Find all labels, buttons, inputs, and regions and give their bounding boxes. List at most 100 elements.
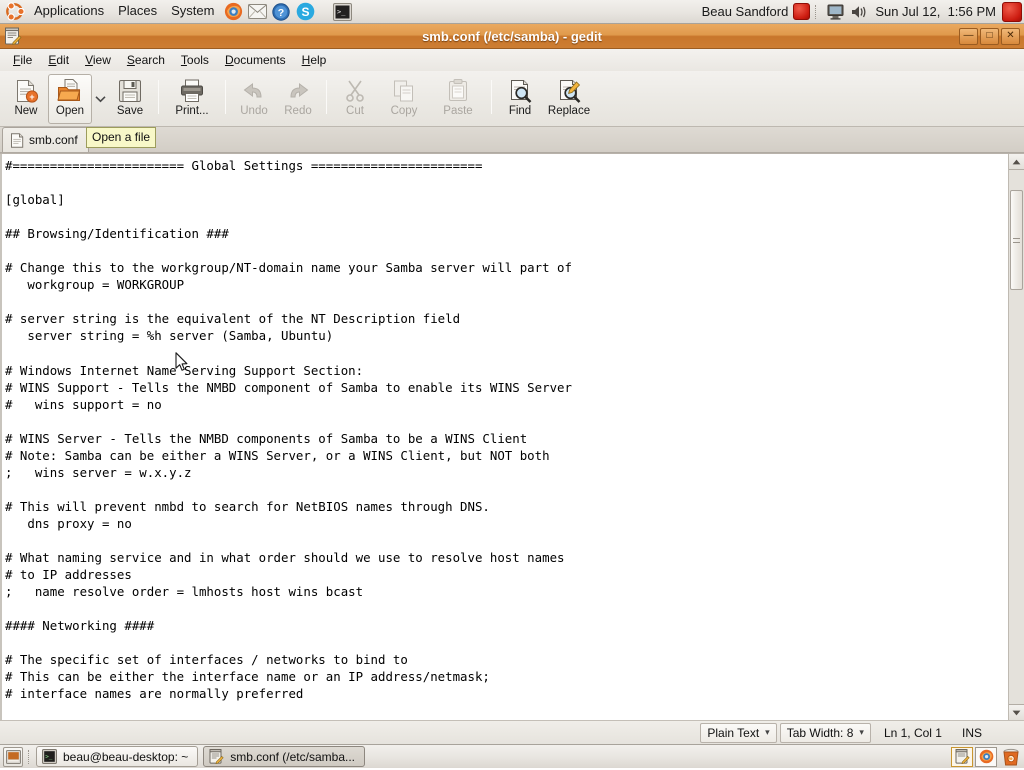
menubar-item-search[interactable]: Search (119, 50, 173, 71)
replace-icon (556, 78, 582, 104)
menubar-item-tools[interactable]: Tools (173, 50, 217, 71)
top-panel: Applications Places System ? S >_ Beau S… (0, 0, 1024, 24)
menu-applications[interactable]: Applications (27, 1, 111, 22)
shutdown-button[interactable] (1002, 1, 1022, 22)
language-label: Plain Text (707, 725, 760, 740)
user-name-label[interactable]: Beau Sandford (702, 4, 794, 19)
find-button-label: Find (508, 105, 532, 117)
menubar: FFileile Edit View Search Tools Document… (0, 49, 1024, 71)
menubar-item-file[interactable]: FFileile (5, 50, 40, 71)
redo-button-label: Redo (284, 105, 312, 117)
open-folder-icon (57, 78, 83, 104)
insert-mode-label: INS (961, 725, 982, 740)
window-title: smb.conf (/etc/samba) - gedit (422, 28, 602, 44)
tab-label: smb.conf (29, 133, 78, 147)
taskbar-right-area (951, 746, 1021, 767)
new-button[interactable]: + New (4, 74, 48, 124)
undo-button-label: Undo (240, 105, 268, 117)
scroll-up-button[interactable] (1009, 154, 1024, 170)
ubuntu-logo-icon[interactable] (4, 1, 25, 22)
redo-button[interactable]: Redo (276, 74, 320, 124)
save-disk-icon (117, 78, 143, 104)
taskbar: >_ beau@beau-desktop: ~ smb.conf (/etc/s… (0, 744, 1024, 768)
open-button-label: Open (55, 105, 85, 117)
paste-button[interactable]: Paste (431, 74, 485, 124)
copy-icon (391, 78, 417, 104)
gedit-window: smb.conf (/etc/samba) - gedit — □ ✕ FFil… (0, 24, 1024, 744)
find-button[interactable]: Find (498, 74, 542, 124)
replace-button-label: Replace (547, 105, 591, 117)
window-titlebar[interactable]: smb.conf (/etc/samba) - gedit — □ ✕ (0, 24, 1024, 49)
printer-icon (179, 78, 205, 104)
firefox-icon[interactable] (222, 1, 244, 23)
open-button[interactable]: Open (48, 74, 92, 124)
svg-text:+: + (29, 92, 34, 102)
menubar-item-view[interactable]: View (77, 50, 119, 71)
evolution-mail-icon[interactable] (246, 1, 268, 23)
scrollbar-grip (1013, 237, 1020, 243)
find-magnifier-icon (507, 78, 533, 104)
skype-icon[interactable]: S (294, 1, 316, 23)
task-label: smb.conf (/etc/samba... (230, 749, 355, 764)
display-icon[interactable] (824, 1, 846, 23)
toolbar-separator-4 (491, 80, 492, 114)
minimize-button[interactable]: — (959, 27, 978, 45)
svg-text:>_: >_ (45, 754, 53, 761)
toolbar-separator-2 (225, 80, 226, 114)
replace-button[interactable]: Replace (542, 74, 596, 124)
toolbar-separator-3 (326, 80, 327, 114)
task-button-terminal[interactable]: >_ beau@beau-desktop: ~ (36, 746, 199, 767)
mouse-cursor (175, 352, 188, 375)
menubar-item-help[interactable]: Help (294, 50, 335, 71)
svg-text:S: S (301, 5, 309, 19)
help-icon[interactable]: ? (270, 1, 292, 23)
menu-system[interactable]: System (164, 1, 221, 22)
taskbar-separator (28, 749, 31, 764)
maximize-button[interactable]: □ (980, 27, 999, 45)
menubar-item-edit[interactable]: Edit (40, 50, 77, 71)
undo-arrow-icon (241, 78, 267, 104)
tab-smb-conf[interactable]: smb.conf (2, 127, 89, 152)
menu-places[interactable]: Places (111, 1, 164, 22)
language-combo[interactable]: Plain Text ▾ (700, 722, 777, 743)
editor-area: #======================= Global Settings… (0, 153, 1024, 720)
svg-text:>_: >_ (337, 8, 346, 16)
workspace-2[interactable] (975, 746, 997, 767)
volume-icon[interactable] (848, 1, 870, 23)
scrollbar-track[interactable] (1009, 170, 1024, 704)
vertical-scrollbar[interactable] (1008, 154, 1024, 720)
terminal-icon: >_ (42, 749, 57, 764)
new-document-icon: + (13, 78, 39, 104)
scrollbar-thumb[interactable] (1010, 190, 1023, 290)
redo-arrow-icon (285, 78, 311, 104)
window-buttons: — □ ✕ (959, 27, 1024, 45)
chevron-down-icon[interactable] (92, 74, 108, 124)
statusbar: Plain Text ▾ Tab Width: 8 ▾ Ln 1, Col 1 … (0, 720, 1024, 744)
scissors-icon (342, 78, 368, 104)
logout-button[interactable] (793, 3, 811, 20)
copy-button[interactable]: Copy (377, 74, 431, 124)
save-button[interactable]: Save (108, 74, 152, 124)
show-desktop-button[interactable] (3, 746, 23, 767)
cut-button[interactable]: Cut (333, 74, 377, 124)
copy-button-label: Copy (390, 105, 418, 117)
chevron-down-icon: ▾ (859, 727, 864, 737)
menubar-item-documents[interactable]: Documents (217, 50, 294, 71)
close-button[interactable]: ✕ (1001, 27, 1020, 45)
tab-width-label: Tab Width: 8 (786, 725, 854, 740)
undo-button[interactable]: Undo (232, 74, 276, 124)
scroll-down-button[interactable] (1009, 704, 1024, 720)
clock-label[interactable]: Sun Jul 12, 1:56 PM (871, 4, 1002, 19)
gedit-icon (4, 27, 22, 45)
task-button-gedit[interactable]: smb.conf (/etc/samba... (203, 746, 365, 767)
print-button[interactable]: Print... (165, 74, 219, 124)
workspace-1[interactable] (951, 746, 973, 767)
terminal-icon[interactable]: >_ (331, 1, 353, 23)
trash-icon[interactable] (1001, 747, 1021, 767)
save-button-label: Save (116, 105, 144, 117)
new-button-label: New (14, 105, 38, 117)
text-editor[interactable]: #======================= Global Settings… (0, 154, 1008, 720)
panel-status-area: Beau Sandford Sun Jul 12, 1:56 PM (702, 0, 1024, 24)
panel-separator (815, 4, 818, 19)
tab-width-combo[interactable]: Tab Width: 8 ▾ (779, 722, 871, 743)
